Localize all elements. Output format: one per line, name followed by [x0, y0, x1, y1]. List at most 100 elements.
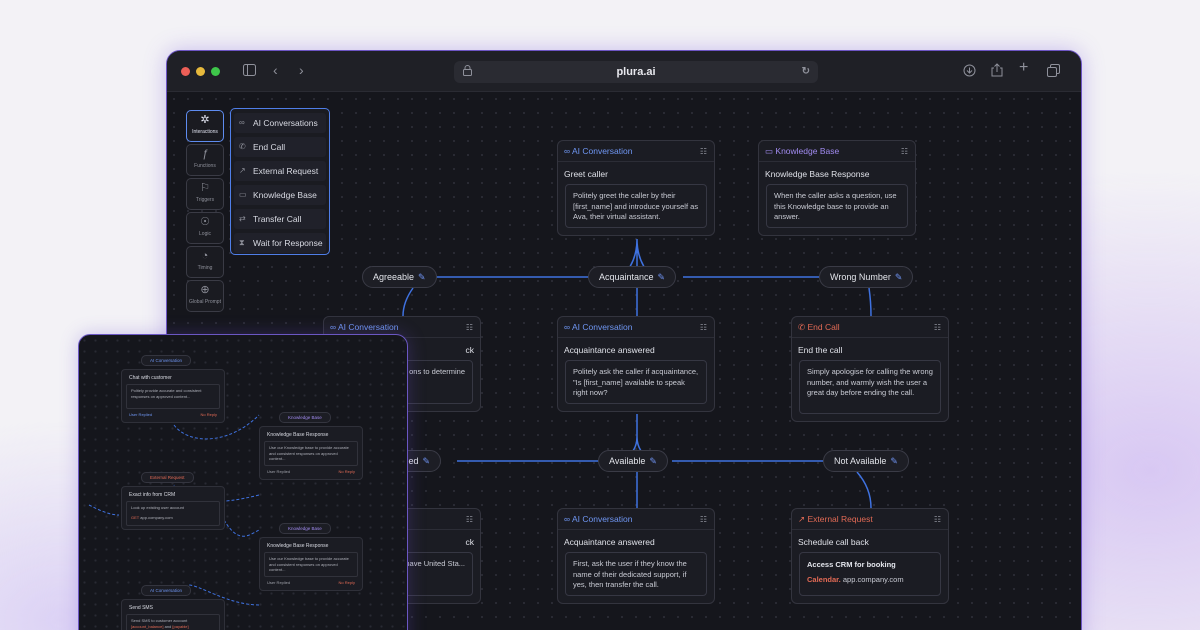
menu-item-end-call[interactable]: ✆ End Call: [234, 137, 326, 157]
mini-node-sms[interactable]: Send SMS Send SMS to customer account [a…: [121, 599, 225, 630]
node-title: Acquaintance answered: [564, 345, 655, 355]
mini-tag: Knowledge Base: [279, 523, 331, 534]
share-icon[interactable]: [991, 63, 1003, 80]
reload-icon[interactable]: ↻: [802, 65, 810, 79]
branch-agreeable[interactable]: Agreeable ✎: [362, 266, 437, 288]
infinity-icon: ∞: [564, 322, 572, 332]
edit-icon[interactable]: ✎: [649, 456, 657, 466]
node-header: ✆ End Call ☷: [792, 317, 948, 338]
menu-item-wait-for-response[interactable]: ⧗ Wait for Response: [234, 233, 326, 253]
request-method: Calendar.: [807, 574, 841, 584]
url-text: plura.ai: [616, 66, 656, 78]
download-icon[interactable]: [963, 64, 976, 80]
clock-icon: ◔: [201, 250, 209, 262]
node-end-call[interactable]: ✆ End Call ☷ End the call Simply apologis…: [791, 316, 949, 422]
node-header: ∞ AI Conversation ☷: [558, 141, 714, 162]
mini-node-kb[interactable]: Knowledge Base Response Use our Knowledg…: [259, 426, 363, 480]
mini-tag: AI Conversation: [141, 585, 192, 596]
node-title: Greet caller: [564, 169, 608, 179]
edit-icon[interactable]: ✎: [658, 272, 666, 282]
request-box[interactable]: Access CRM for booking Calendar. app.com…: [799, 552, 941, 596]
node-greet-caller[interactable]: ∞ AI Conversation ☷ Greet caller Politely…: [557, 140, 715, 236]
node-external-request[interactable]: ↗ External Request ☷ Schedule call back A…: [791, 508, 949, 604]
mini-node-kb-2[interactable]: Knowledge Base Response Use our Knowledg…: [259, 537, 363, 591]
edit-icon[interactable]: ✎: [418, 272, 426, 282]
branch-available[interactable]: Available ✎: [598, 450, 668, 472]
interactions-button[interactable]: ✲ Interactions: [186, 110, 224, 142]
hourglass-icon: ⧗: [239, 238, 245, 247]
maximize-dot[interactable]: [211, 67, 220, 76]
minimize-dot[interactable]: [196, 67, 205, 76]
node-prompt[interactable]: When the caller asks a question, use thi…: [766, 184, 908, 228]
sidebar-toggle-icon[interactable]: [243, 64, 256, 79]
branch-not-available[interactable]: Not Available ✎: [823, 450, 909, 472]
interactions-menu: ∞ AI Conversations ✆ End Call ↗ External Re…: [230, 108, 330, 255]
request-url: app.company.com: [842, 574, 904, 584]
node-prompt[interactable]: Simply apologise for calling the wrong n…: [799, 360, 941, 414]
menu-item-transfer-call[interactable]: ⇄ Transfer Call: [234, 209, 326, 229]
menu-item-knowledge-base[interactable]: ▭ Knowledge Base: [234, 185, 326, 205]
mini-tag: Knowledge Base: [279, 412, 331, 423]
address-bar[interactable]: plura.ai ↻: [454, 61, 818, 83]
menu-item-external-request[interactable]: ↗ External Request: [234, 161, 326, 181]
book-icon: ▭: [239, 190, 247, 199]
logic-button[interactable]: ☉ Logic: [186, 212, 224, 244]
brain-icon: ☉: [200, 216, 210, 228]
menu-item-ai-conversations[interactable]: ∞ AI Conversations: [234, 113, 326, 133]
globe-icon: ⊕: [200, 284, 210, 296]
branch-wrong-number[interactable]: Wrong Number ✎: [819, 266, 914, 288]
book-icon: ▭: [765, 146, 776, 156]
node-header: ∞ AI Conversation ☷: [558, 317, 714, 338]
timing-button[interactable]: ◔ Timing: [186, 246, 224, 278]
close-dot[interactable]: [181, 67, 190, 76]
mini-tag: External Request: [141, 472, 194, 483]
mini-tag: AI Conversation: [141, 355, 192, 366]
settings-sliders-icon[interactable]: ☷: [934, 317, 941, 338]
mini-flow-preview: AI Conversation Chat with customer Polit…: [78, 334, 408, 630]
tabs-overview-icon[interactable]: [1047, 64, 1060, 80]
edit-icon[interactable]: ✎: [423, 456, 431, 466]
request-title: Access CRM for booking: [807, 560, 896, 569]
functions-button[interactable]: ƒ Functions: [186, 144, 224, 176]
edit-icon[interactable]: ✎: [890, 456, 898, 466]
node-header: ▭ Knowledge Base ☷: [759, 141, 915, 162]
global-prompt-button[interactable]: ⊕ Global Prompt: [186, 280, 224, 312]
settings-sliders-icon[interactable]: ☷: [700, 317, 707, 338]
openai-icon: ✲: [200, 114, 210, 126]
phone-icon: ✆: [239, 142, 246, 151]
transfer-icon: ⇄: [239, 214, 246, 223]
node-title: Knowledge Base Response: [765, 169, 870, 179]
node-prompt[interactable]: First, ask the user if they know the nam…: [565, 552, 707, 596]
edit-icon[interactable]: ✎: [895, 272, 903, 282]
node-acquaintance-answered[interactable]: ∞ AI Conversation ☷ Acquaintance answered…: [557, 316, 715, 412]
external-link-icon: ↗: [239, 166, 246, 175]
node-knowledge-base[interactable]: ▭ Knowledge Base ☷ Knowledge Base Respons…: [758, 140, 916, 236]
mini-node-external[interactable]: Exact info from CRM Look up existing use…: [121, 486, 225, 530]
settings-sliders-icon[interactable]: ☷: [466, 509, 473, 530]
new-tab-icon[interactable]: +: [1019, 60, 1028, 76]
settings-sliders-icon[interactable]: ☷: [700, 509, 707, 530]
settings-sliders-icon[interactable]: ☷: [901, 141, 908, 162]
settings-sliders-icon[interactable]: ☷: [934, 509, 941, 530]
mini-node-chat[interactable]: Chat with customer Politely provide accu…: [121, 369, 225, 423]
node-acquaintance-answered-2[interactable]: ∞ AI Conversation ☷ Acquaintance answered…: [557, 508, 715, 604]
node-title: Schedule call back: [798, 537, 869, 547]
infinity-icon: ∞: [564, 146, 572, 156]
infinity-icon: ∞: [239, 118, 245, 127]
node-prompt[interactable]: Politely greet the caller by their [firs…: [565, 184, 707, 228]
branch-acquaintance[interactable]: Acquaintance ✎: [588, 266, 677, 288]
function-icon: ƒ: [201, 148, 209, 160]
settings-sliders-icon[interactable]: ☷: [700, 141, 707, 162]
infinity-icon: ∞: [330, 322, 338, 332]
settings-sliders-icon[interactable]: ☷: [466, 317, 473, 338]
back-icon[interactable]: ‹: [273, 63, 278, 77]
triggers-button[interactable]: ⚐ Triggers: [186, 178, 224, 210]
node-prompt[interactable]: Politely ask the caller if acquaintance,…: [565, 360, 707, 404]
infinity-icon: ∞: [564, 514, 572, 524]
forward-icon[interactable]: ›: [299, 63, 304, 77]
browser-toolbar: ‹ › plura.ai ↻ +: [167, 51, 1081, 92]
node-title: Acquaintance answered: [564, 537, 655, 547]
node-title: End the call: [798, 345, 843, 355]
node-header: ∞ AI Conversation ☷: [558, 509, 714, 530]
flag-icon: ⚐: [200, 182, 210, 194]
